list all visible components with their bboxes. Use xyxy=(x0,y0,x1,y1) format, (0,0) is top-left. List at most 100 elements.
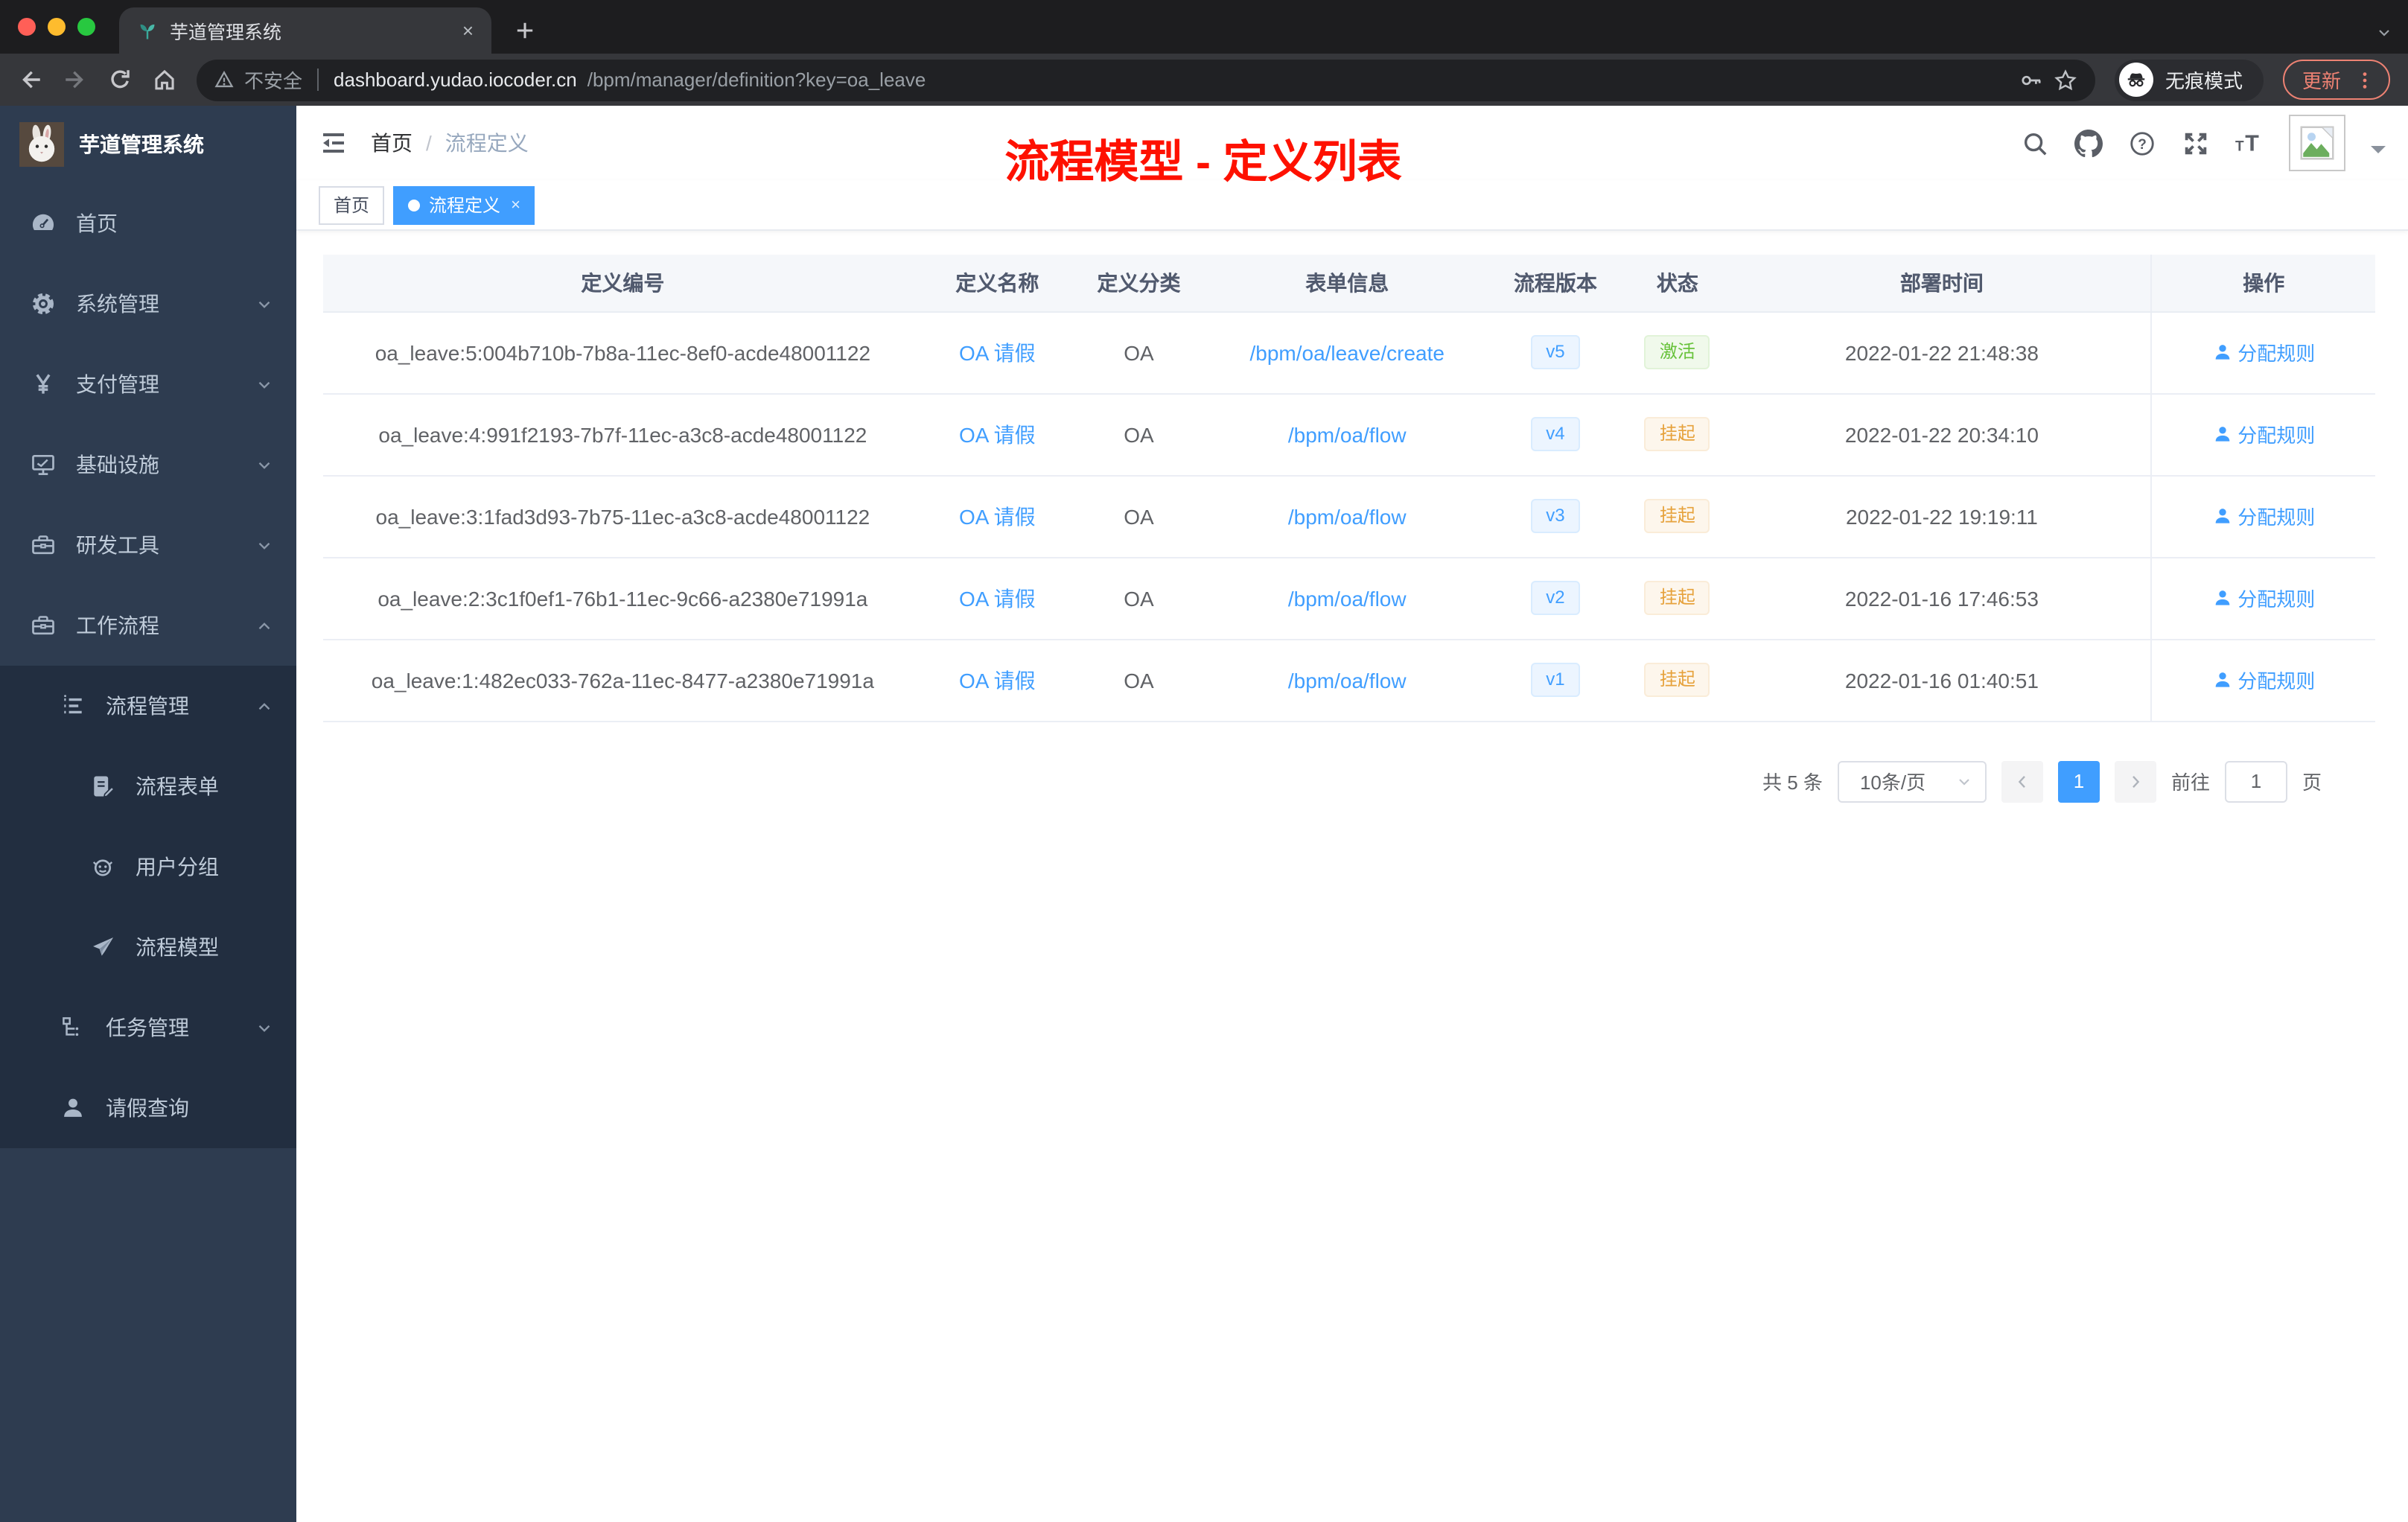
chevron-up-icon xyxy=(255,696,274,716)
goto-unit: 页 xyxy=(2302,771,2322,794)
table-header-row: 定义编号 定义名称 定义分类 表单信息 流程版本 状态 部署时间 操作 xyxy=(323,255,2375,312)
assign-user-icon xyxy=(2212,670,2232,690)
breadcrumb-home[interactable]: 首页 xyxy=(371,128,413,158)
definition-name-link[interactable]: OA 请假 xyxy=(959,422,1036,446)
question-icon[interactable]: ? xyxy=(2128,129,2156,157)
column-header-流程版本: 流程版本 xyxy=(1488,255,1622,312)
incognito-badge: 无痕模式 xyxy=(2114,59,2264,101)
screenshot-root: 芋道管理系统 × 不安全 dashboard.yudao.iocoder.cn … xyxy=(0,0,2408,1522)
sidebar-logo[interactable]: 芋道管理系统 xyxy=(0,106,296,183)
tag-close-icon[interactable]: × xyxy=(511,196,520,214)
definition-name-link[interactable]: OA 请假 xyxy=(959,668,1036,692)
browser-menu-dots-icon[interactable] xyxy=(2354,69,2375,90)
definition-name-link[interactable]: OA 请假 xyxy=(959,340,1036,364)
cell-actions: 分配规则 xyxy=(2150,475,2375,558)
pagination-total: 共 5 条 xyxy=(1762,771,1823,794)
bookmark-star-icon[interactable] xyxy=(2054,68,2077,92)
sidebar-item-label: 基础设施 xyxy=(76,453,159,477)
cell-status: 挂起 xyxy=(1622,393,1733,476)
key-icon[interactable] xyxy=(2019,68,2043,92)
github-icon[interactable] xyxy=(2074,129,2103,157)
assign-rule-label: 分配规则 xyxy=(2237,424,2316,447)
goto-label: 前往 xyxy=(2170,771,2210,794)
assign-rule-button[interactable]: 分配规则 xyxy=(2212,666,2315,694)
sidebar-item-研发工具[interactable]: 研发工具 xyxy=(0,505,296,585)
home-icon[interactable] xyxy=(152,67,177,92)
not-secure-warning-icon[interactable] xyxy=(214,70,234,89)
sidebar-menu: 首页系统管理 支付管理基础设施研发工具 工作流程 xyxy=(0,183,296,666)
navbar-right: ? T T xyxy=(2021,115,2386,171)
form-icon xyxy=(89,773,116,800)
assign-rule-button[interactable]: 分配规则 xyxy=(2212,338,2315,366)
sidebar-item-label: 首页 xyxy=(76,211,118,235)
cell-form-info: /bpm/oa/flow xyxy=(1205,393,1489,476)
back-icon[interactable] xyxy=(18,67,43,92)
sidebar-subitem-任务管理[interactable]: 任务管理 xyxy=(0,987,296,1068)
cell-actions: 分配规则 xyxy=(2150,639,2375,722)
definition-name-link[interactable]: OA 请假 xyxy=(959,504,1036,528)
window-controls xyxy=(0,0,119,54)
chevron-up-icon xyxy=(255,616,274,635)
breadcrumb-current: 流程定义 xyxy=(445,131,529,155)
minimize-window-button[interactable] xyxy=(48,18,66,36)
fullscreen-icon[interactable] xyxy=(2182,129,2210,157)
sidebar-subitem-label: 任务管理 xyxy=(106,1016,189,1039)
cell-definition-id: oa_leave:2:3c1f0ef1-76b1-11ec-9c66-a2380… xyxy=(323,557,923,640)
table-row: oa_leave:5:004b710b-7b8a-11ec-8ef0-acde4… xyxy=(323,311,2375,394)
cell-definition-id: oa_leave:4:991f2193-7b7f-11ec-a3c8-acde4… xyxy=(323,393,923,476)
hamburger-icon[interactable] xyxy=(319,128,348,158)
page-size-select[interactable]: 10条/页 xyxy=(1837,760,1987,802)
cell-version: v3 xyxy=(1488,475,1622,558)
maximize-window-button[interactable] xyxy=(77,18,95,36)
sidebar-item-系统管理[interactable]: 系统管理 xyxy=(0,264,296,344)
avatar[interactable] xyxy=(2289,115,2345,171)
update-browser-button[interactable]: 更新 xyxy=(2282,60,2390,100)
cell-actions: 分配规则 xyxy=(2150,557,2375,640)
form-link[interactable]: /bpm/oa/flow xyxy=(1288,422,1407,446)
assign-rule-button[interactable]: 分配规则 xyxy=(2212,420,2315,448)
breadcrumb-separator: / xyxy=(426,131,432,155)
tab-close-icon[interactable]: × xyxy=(462,19,474,42)
column-header-定义名称: 定义名称 xyxy=(922,255,1072,312)
sidebar-item-工作流程[interactable]: 工作流程 xyxy=(0,585,296,666)
sidebar-subitem-流程模型[interactable]: 流程模型 xyxy=(0,907,296,987)
sidebar-subitem-请假查询[interactable]: 请假查询 xyxy=(0,1068,296,1148)
assign-rule-label: 分配规则 xyxy=(2237,670,2316,692)
tag-流程定义[interactable]: 流程定义 × xyxy=(393,185,535,224)
new-tab-button[interactable] xyxy=(512,18,538,43)
column-header-定义编号: 定义编号 xyxy=(323,255,923,312)
avatar-caret-down-icon[interactable] xyxy=(2371,146,2386,161)
sidebar-subitem-流程管理[interactable]: 流程管理 xyxy=(0,666,296,746)
cell-category: OA xyxy=(1071,475,1206,558)
sidebar-subitem-label: 流程管理 xyxy=(106,694,189,718)
version-badge: v5 xyxy=(1531,335,1580,369)
assign-rule-button[interactable]: 分配规则 xyxy=(2212,584,2315,612)
goto-page-input[interactable] xyxy=(2224,760,2287,802)
sidebar-item-支付管理[interactable]: 支付管理 xyxy=(0,344,296,424)
address-bar[interactable]: 不安全 dashboard.yudao.iocoder.cn /bpm/mana… xyxy=(197,59,2095,101)
definition-name-link[interactable]: OA 请假 xyxy=(959,586,1036,610)
cell-definition-id: oa_leave:1:482ec033-762a-11ec-8477-a2380… xyxy=(323,639,923,722)
search-icon[interactable] xyxy=(2021,129,2049,157)
next-page-button[interactable] xyxy=(2114,760,2156,802)
sidebar-subitem-用户分组[interactable]: 用户分组 xyxy=(0,827,296,907)
form-link[interactable]: /bpm/oa/flow xyxy=(1288,504,1407,528)
sidebar-subitem-流程表单[interactable]: 流程表单 xyxy=(0,746,296,827)
tag-首页[interactable]: 首页 xyxy=(319,185,385,224)
form-link[interactable]: /bpm/oa/leave/create xyxy=(1249,340,1445,364)
close-window-button[interactable] xyxy=(18,18,36,36)
font-size-icon[interactable]: TT xyxy=(2235,129,2264,157)
sidebar-item-首页[interactable]: 首页 xyxy=(0,183,296,264)
form-link[interactable]: /bpm/oa/flow xyxy=(1288,668,1407,692)
browser-tab[interactable]: 芋道管理系统 × xyxy=(119,7,491,54)
column-header-状态: 状态 xyxy=(1622,255,1733,312)
sidebar-item-基础设施[interactable]: 基础设施 xyxy=(0,424,296,505)
tab-search-caret-icon[interactable] xyxy=(2375,24,2393,42)
url-host: dashboard.yudao.iocoder.cn xyxy=(334,69,577,91)
forward-icon[interactable] xyxy=(63,67,88,92)
assign-rule-button[interactable]: 分配规则 xyxy=(2212,502,2315,530)
page-1-button[interactable]: 1 xyxy=(2057,760,2100,802)
reload-icon[interactable] xyxy=(107,67,133,92)
form-link[interactable]: /bpm/oa/flow xyxy=(1288,586,1407,610)
prev-page-button[interactable] xyxy=(2001,760,2043,802)
